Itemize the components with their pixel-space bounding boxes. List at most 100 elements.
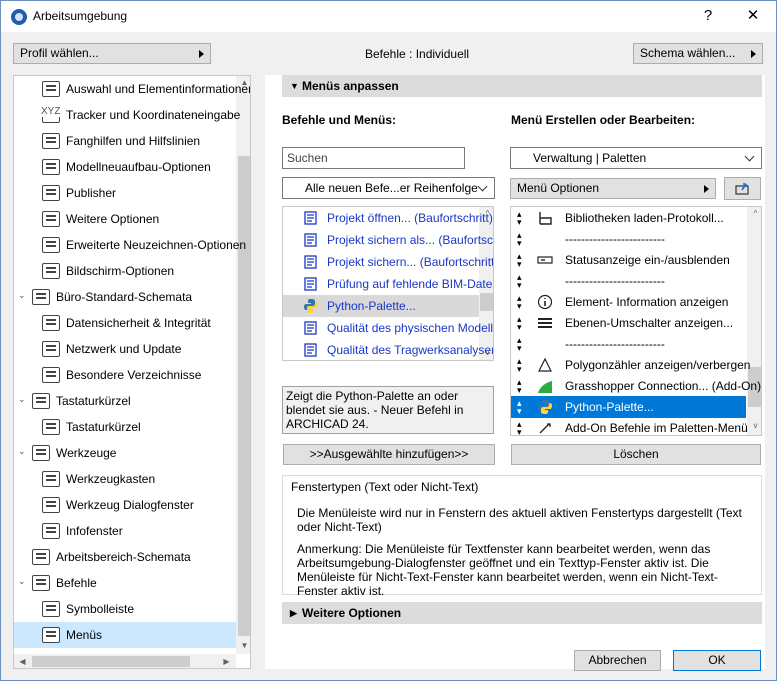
tree-item[interactable]: Datensicherheit & Integrität <box>14 310 236 336</box>
reorder-icon[interactable]: ▴ ▾ <box>517 210 522 227</box>
close-button[interactable]: ✕ <box>739 5 767 27</box>
menu-item[interactable]: ▴ ▾ ------------------------- <box>511 333 746 355</box>
menu-item[interactable]: ▴ ▾ ------------------------- <box>511 270 746 292</box>
tree-item[interactable]: Fanghilfen und Hilfslinien <box>14 128 236 154</box>
tree-item[interactable]: Bildschirm-Optionen <box>14 258 236 284</box>
command-item[interactable]: Prüfung auf fehlende BIM-Daten <box>283 273 493 295</box>
command-label: Projekt sichern... (Baufortschritt) <box>327 255 494 269</box>
settings-dialog: Arbeitsumgebung ? ✕ Profil wählen... Bef… <box>0 0 777 681</box>
cancel-button[interactable]: Abbrechen <box>574 650 661 671</box>
scroll-thumb[interactable] <box>238 156 250 636</box>
tree-item-label: Befehle <box>56 576 97 590</box>
tree-item[interactable]: Erweiterte Neuzeichnen-Optionen <box>14 232 246 258</box>
tree-item[interactable]: Weitere Optionen <box>14 206 236 232</box>
collapse-triangle-icon: ▼ <box>290 81 299 91</box>
expand-chevron-icon[interactable]: ⌄ <box>18 576 26 587</box>
tree-item[interactable]: Menüs <box>14 622 236 648</box>
menu-item-label: ------------------------- <box>565 232 665 246</box>
tree-item[interactable]: Netzwerk und Update <box>14 336 236 362</box>
menu-scrollbar[interactable]: ^ v <box>747 207 761 435</box>
menu-item[interactable]: ▴ ▾ ------------------------- <box>511 228 746 250</box>
tree-item[interactable]: Werkzeug Dialogfenster <box>14 492 236 518</box>
tree-item[interactable]: Publisher <box>14 180 236 206</box>
reorder-icon[interactable]: ▴ ▾ <box>517 420 522 436</box>
expand-chevron-icon[interactable]: ⌄ <box>18 446 26 457</box>
books-icon <box>537 210 553 226</box>
menu-item[interactable]: ▴ ▾ Python-Palette... <box>511 396 746 418</box>
add-selected-button[interactable]: >>Ausgewählte hinzufügen>> <box>283 444 495 465</box>
menus-section-header[interactable]: ▼ Menüs anpassen <box>282 75 762 97</box>
reorder-icon[interactable]: ▴ ▾ <box>517 378 522 395</box>
tree-item-icon <box>32 289 50 305</box>
menu-item[interactable]: ▴ ▾ Add-On Befehle im Paletten-Menü <box>511 417 748 436</box>
command-item[interactable]: Projekt sichern... (Baufortschritt) <box>283 251 493 273</box>
scroll-right-icon[interactable]: ▶ <box>218 657 235 666</box>
menu-item[interactable]: ▴ ▾ Statusanzeige ein-/ausblenden <box>511 249 746 271</box>
tree-vscrollbar[interactable]: ▲ ▼ <box>236 76 250 654</box>
reorder-icon[interactable]: ▴ ▾ <box>517 399 522 416</box>
reorder-icon[interactable]: ▴ ▾ <box>517 231 522 248</box>
tree-item-icon <box>42 627 60 643</box>
help-button[interactable]: ? <box>694 5 722 27</box>
tree-item[interactable]: Arbeitsbereich-Schemata <box>14 544 236 570</box>
menu-item[interactable]: ▴ ▾ Polygonzähler anzeigen/verbergen <box>511 354 750 376</box>
tree-hscrollbar[interactable]: ◀ ▶ <box>14 654 236 668</box>
tree-item[interactable]: ⌄ Befehle <box>14 570 236 596</box>
command-item[interactable]: Projekt sichern als... (Baufortschritt) <box>283 229 493 251</box>
tree-item[interactable]: Besondere Verzeichnisse <box>14 362 236 388</box>
tree-item[interactable]: ⌄ Tastaturkürzel <box>14 388 236 414</box>
settings-tree[interactable]: ▲ ▼ ◀ ▶ Auswahl und Elementinformationen… <box>13 75 251 669</box>
command-item[interactable]: Qualität des physischen Modells <box>283 317 493 339</box>
ok-button[interactable]: OK <box>673 650 761 671</box>
command-item[interactable]: Qualität des Tragwerksanalysemodells <box>283 339 493 360</box>
menu-items-list[interactable]: ^ v ▴ ▾ Bibliotheken laden-Protokoll... ▴ ▾ -… <box>510 206 762 436</box>
reorder-icon[interactable]: ▴ ▾ <box>517 273 522 290</box>
reorder-icon[interactable]: ▴ ▾ <box>517 252 522 269</box>
tree-item[interactable]: Modellneuaufbau-Optionen <box>14 154 236 180</box>
scheme-select-button[interactable]: Schema wählen... <box>633 43 763 64</box>
export-menu-button[interactable] <box>724 177 761 200</box>
reorder-icon[interactable]: ▴ ▾ <box>517 357 522 374</box>
tree-item[interactable]: Werkzeugkasten <box>14 466 236 492</box>
tree-item[interactable]: ⌄ Werkzeuge <box>14 440 236 466</box>
tree-item[interactable]: Symbolleiste <box>14 596 236 622</box>
title-bar: Arbeitsumgebung ? ✕ <box>1 1 776 32</box>
window-types-text-2: Anmerkung: Die Menüleiste für Textfenste… <box>297 542 718 598</box>
reorder-icon[interactable]: ▴ ▾ <box>517 315 522 332</box>
tree-item[interactable]: XYZ Tracker und Koordinateneingabe <box>14 102 240 128</box>
profile-select-button[interactable]: Profil wählen... <box>13 43 211 64</box>
addon-icon <box>537 420 553 435</box>
section-title: Menüs anpassen <box>302 79 399 93</box>
scroll-up-icon[interactable]: ^ <box>747 209 761 218</box>
scroll-down-icon[interactable]: v <box>747 421 761 430</box>
menu-item[interactable]: ▴ ▾ Element- Information anzeigen <box>511 291 746 313</box>
command-icon <box>303 276 319 292</box>
filter-dropdown[interactable]: Alle neuen Befe...er Reihenfolge <box>282 177 495 199</box>
menu-item[interactable]: ▴ ▾ Bibliotheken laden-Protokoll... <box>511 207 746 229</box>
reorder-icon[interactable]: ▴ ▾ <box>517 294 522 311</box>
command-item[interactable]: Python-Palette... <box>283 295 479 317</box>
tree-item-label: Fanghilfen und Hilfslinien <box>66 134 201 148</box>
menu-item[interactable]: ▴ ▾ Ebenen-Umschalter anzeigen... <box>511 312 746 334</box>
tree-item[interactable]: ⌄ Büro-Standard-Schemata <box>14 284 236 310</box>
commands-list[interactable]: ^ v Projekt öffnen... (Baufortschritt) Pr… <box>282 206 494 361</box>
menu-options-button[interactable]: Menü Optionen <box>510 178 716 199</box>
menu-dropdown[interactable]: Verwaltung | Paletten <box>510 147 762 169</box>
tree-item[interactable]: Infofenster <box>14 518 236 544</box>
tree-item[interactable]: Tastaturkürzel <box>14 414 236 440</box>
menu-item[interactable]: ▴ ▾ Grasshopper Connection... (Add-On) <box>511 375 761 397</box>
expand-chevron-icon[interactable]: ⌄ <box>18 290 26 301</box>
search-input[interactable]: Suchen <box>282 147 465 169</box>
layers-icon <box>537 315 553 331</box>
more-options-section-header[interactable]: ▶ Weitere Optionen <box>282 602 762 624</box>
command-item[interactable]: Projekt öffnen... (Baufortschritt) <box>283 207 493 229</box>
tree-item[interactable]: Auswahl und Elementinformationen <box>14 76 250 102</box>
grass-icon <box>537 378 553 394</box>
scroll-thumb[interactable] <box>480 293 493 311</box>
hscroll-thumb[interactable] <box>32 656 190 667</box>
expand-chevron-icon[interactable]: ⌄ <box>18 394 26 405</box>
delete-button[interactable]: Löschen <box>511 444 761 465</box>
reorder-icon[interactable]: ▴ ▾ <box>517 336 522 353</box>
scroll-down-icon[interactable]: ▼ <box>236 641 250 650</box>
scroll-left-icon[interactable]: ◀ <box>14 657 31 666</box>
